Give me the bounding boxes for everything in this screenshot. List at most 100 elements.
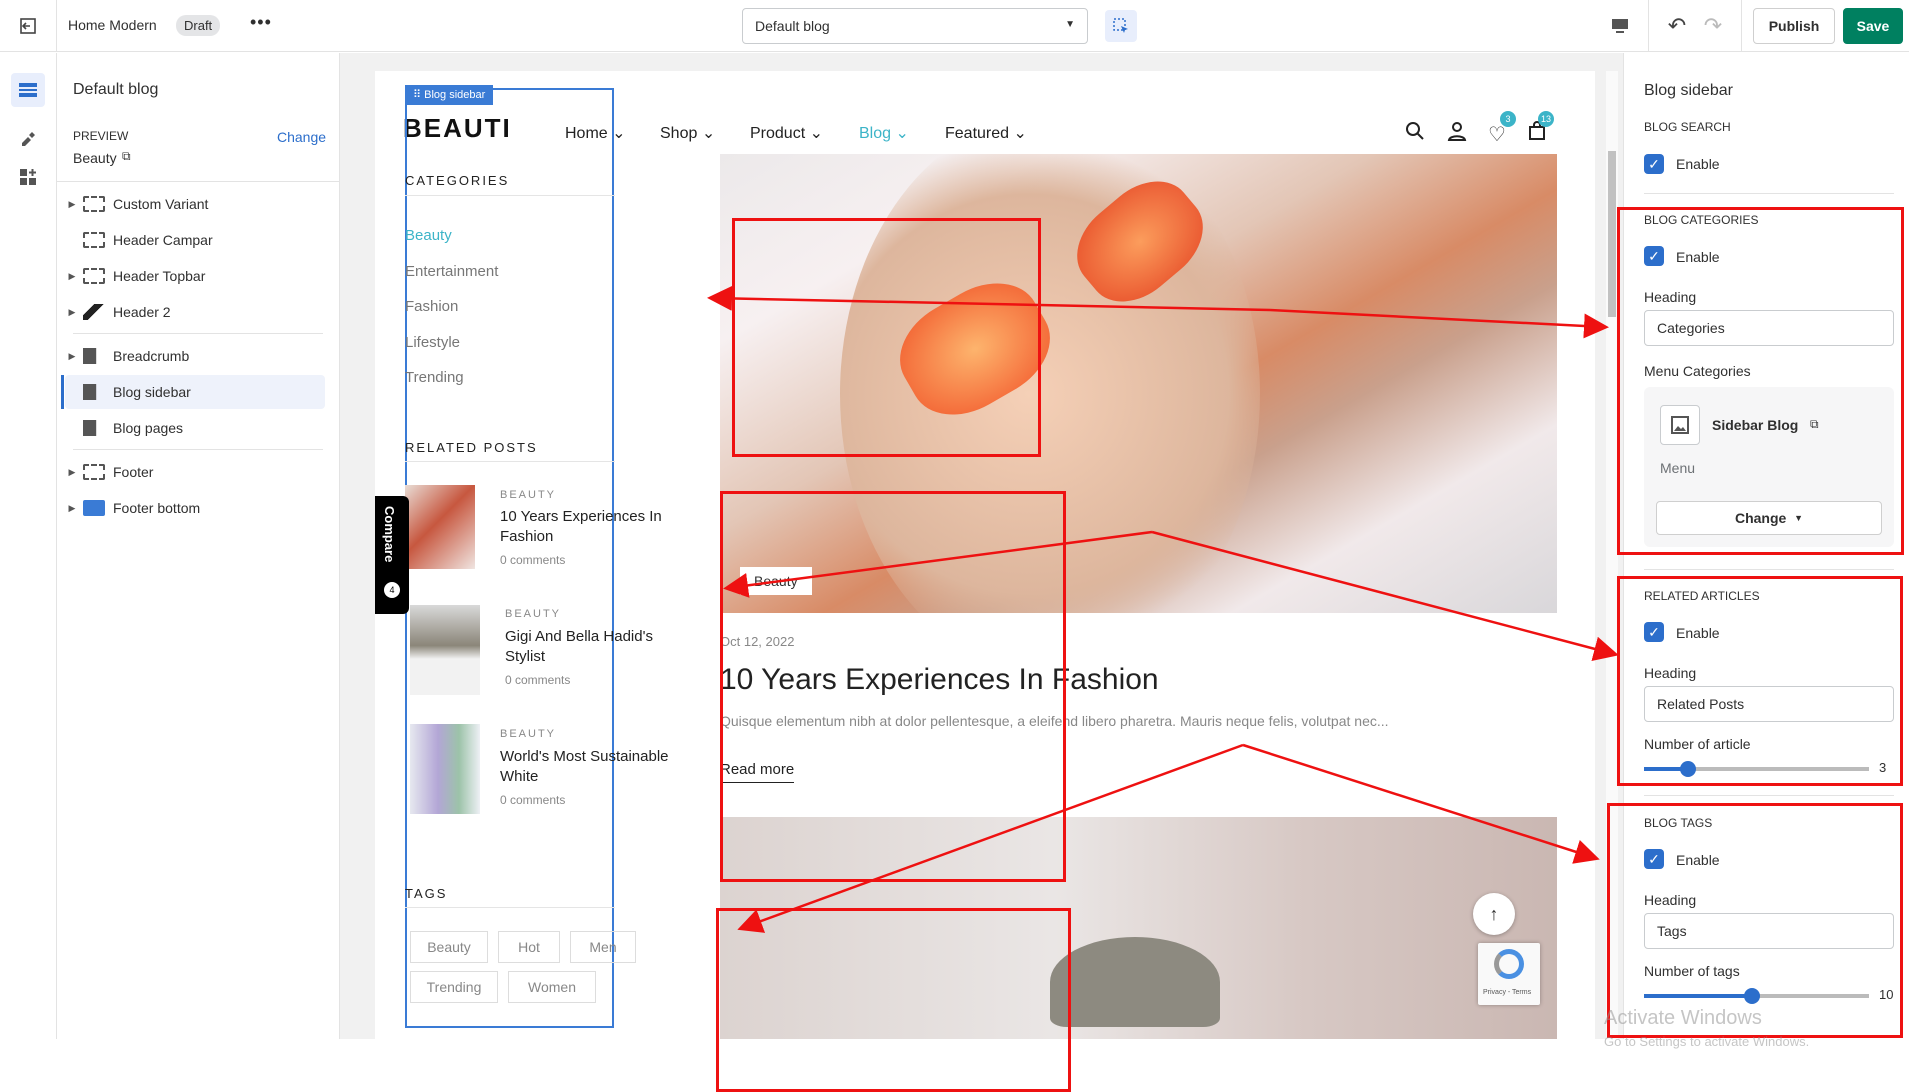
section-header-campar[interactable]: Header Campar — [65, 223, 325, 257]
divider — [1644, 569, 1894, 570]
enable-label: Enable — [1676, 249, 1720, 265]
section-footer-bottom[interactable]: ▶ Footer bottom — [65, 491, 325, 525]
number-of-article-value: 3 — [1879, 760, 1887, 775]
related-heading-input[interactable]: Related Posts — [1644, 686, 1894, 722]
checkbox-checked-icon[interactable]: ✓ — [1644, 246, 1664, 266]
enable-label: Enable — [1676, 625, 1720, 641]
read-more-link[interactable]: Read more — [720, 761, 795, 783]
section-custom-variant[interactable]: ▶ Custom Variant — [65, 187, 325, 221]
related-post-thumbnail[interactable] — [405, 485, 475, 569]
checkbox-checked-icon[interactable]: ✓ — [1644, 622, 1664, 642]
heading-label: Heading — [1644, 892, 1697, 908]
exit-icon[interactable] — [16, 14, 40, 38]
image-icon — [1660, 405, 1700, 445]
compare-count: 4 — [384, 582, 400, 598]
tag-button[interactable]: Beauty — [410, 931, 488, 963]
section-header-topbar[interactable]: ▶ Header Topbar — [65, 259, 325, 293]
related-post-tag[interactable]: BEAUTY — [500, 489, 556, 501]
divider — [73, 449, 323, 450]
caret-right-icon[interactable]: ▶ — [65, 199, 79, 210]
publish-button[interactable]: Publish — [1753, 8, 1835, 44]
caret-right-icon[interactable]: ▶ — [65, 503, 79, 514]
arrow-up-icon: ↑ — [1489, 903, 1499, 924]
redo-icon[interactable]: ↷ — [1700, 13, 1726, 39]
section-breadcrumb[interactable]: ▶ Breadcrumb — [65, 339, 325, 373]
category-link[interactable]: Beauty — [405, 227, 452, 244]
scrollbar-thumb[interactable] — [1608, 151, 1616, 317]
slider-knob[interactable] — [1680, 761, 1696, 777]
tag-button[interactable]: Trending — [410, 971, 498, 1003]
caret-right-icon[interactable]: ▶ — [65, 467, 79, 478]
category-link[interactable]: Trending — [405, 369, 464, 386]
section-icon — [83, 268, 105, 284]
section-header-2[interactable]: ▶ Header 2 — [65, 295, 325, 329]
footer-icon — [83, 500, 105, 516]
section-footer[interactable]: ▶ Footer — [65, 455, 325, 489]
section-label: Blog pages — [113, 420, 184, 436]
recaptcha-text: Privacy - Terms — [1483, 989, 1532, 996]
category-link[interactable]: Lifestyle — [405, 334, 460, 351]
preview-scrollbar[interactable] — [1606, 71, 1618, 1039]
slider-knob[interactable] — [1744, 988, 1760, 1004]
related-post-thumbnail[interactable] — [410, 605, 480, 695]
checkbox-checked-icon[interactable]: ✓ — [1644, 154, 1664, 174]
section-icon — [83, 232, 105, 248]
external-link-icon[interactable]: ⧉ — [1810, 417, 1819, 432]
undo-icon[interactable]: ↶ — [1664, 13, 1690, 39]
post-featured-image[interactable] — [720, 817, 1557, 1039]
preview-value[interactable]: Beauty — [73, 150, 117, 166]
caret-right-icon[interactable]: ▶ — [65, 307, 79, 318]
nav-shop[interactable]: Shop ⌄ — [660, 123, 715, 143]
compare-tab[interactable]: Compare 4 — [375, 496, 409, 614]
save-button[interactable]: Save — [1843, 8, 1903, 44]
recaptcha-badge[interactable]: Privacy - Terms — [1478, 943, 1540, 1005]
theme-settings-icon[interactable] — [16, 125, 40, 149]
category-link[interactable]: Fashion — [405, 298, 458, 315]
desktop-icon[interactable] — [1608, 14, 1632, 38]
section-label: Blog sidebar — [113, 384, 191, 400]
related-post-title[interactable]: Gigi And Bella Hadid's Stylist — [505, 627, 685, 667]
related-post-tag[interactable]: BEAUTY — [500, 728, 556, 740]
number-of-article-slider[interactable] — [1644, 761, 1869, 777]
checkbox-checked-icon[interactable]: ✓ — [1644, 849, 1664, 869]
change-menu-button[interactable]: Change ▼ — [1656, 501, 1882, 535]
related-post-title[interactable]: World's Most Sustainable White — [500, 747, 680, 787]
nav-product[interactable]: Product ⌄ — [750, 123, 823, 143]
tag-button[interactable]: Men — [570, 931, 636, 963]
storefront-preview: BEAUTI Home ⌄ Shop ⌄ Product ⌄ Blog ⌄ Fe… — [375, 71, 1595, 1039]
template-icon — [83, 384, 97, 400]
inspector-button[interactable] — [1105, 10, 1137, 42]
external-link-icon[interactable]: ⧉ — [122, 149, 131, 164]
caret-right-icon[interactable]: ▶ — [65, 271, 79, 282]
tag-button[interactable]: Women — [508, 971, 596, 1003]
number-of-tags-slider[interactable] — [1644, 988, 1869, 1004]
account-icon[interactable] — [1447, 121, 1467, 144]
nav-blog[interactable]: Blog ⌄ — [859, 123, 909, 143]
categories-heading-input[interactable]: Categories — [1644, 310, 1894, 346]
tags-heading-input[interactable]: Tags — [1644, 913, 1894, 949]
post-category-badge[interactable]: Beauty — [740, 567, 812, 595]
section-icon — [83, 196, 105, 212]
app-embeds-icon[interactable] — [16, 165, 40, 189]
post-title[interactable]: 10 Years Experiences In Fashion — [720, 663, 1159, 697]
blog-categories-heading: BLOG CATEGORIES — [1644, 213, 1759, 227]
post-featured-image[interactable] — [720, 154, 1557, 613]
related-post-tag[interactable]: BEAUTY — [505, 608, 561, 620]
panel-title: Default blog — [73, 81, 159, 98]
back-to-top-button[interactable]: ↑ — [1473, 893, 1515, 935]
template-select[interactable]: Default blog ▼ — [742, 8, 1088, 44]
change-preview-link[interactable]: Change — [277, 129, 326, 145]
section-blog-sidebar[interactable]: Blog sidebar — [65, 375, 325, 409]
search-icon[interactable] — [1405, 121, 1425, 144]
nav-featured[interactable]: Featured ⌄ — [945, 123, 1027, 143]
category-link[interactable]: Entertainment — [405, 263, 498, 280]
section-blog-pages[interactable]: Blog pages — [65, 411, 325, 445]
divider — [1644, 193, 1894, 194]
tag-button[interactable]: Hot — [498, 931, 560, 963]
caret-right-icon[interactable]: ▶ — [65, 351, 79, 362]
more-icon[interactable]: ••• — [250, 12, 272, 33]
sections-icon[interactable] — [11, 73, 45, 107]
menu-name-link[interactable]: Sidebar Blog — [1712, 417, 1798, 433]
related-post-thumbnail[interactable] — [410, 724, 480, 814]
related-post-title[interactable]: 10 Years Experiences In Fashion — [500, 507, 680, 547]
